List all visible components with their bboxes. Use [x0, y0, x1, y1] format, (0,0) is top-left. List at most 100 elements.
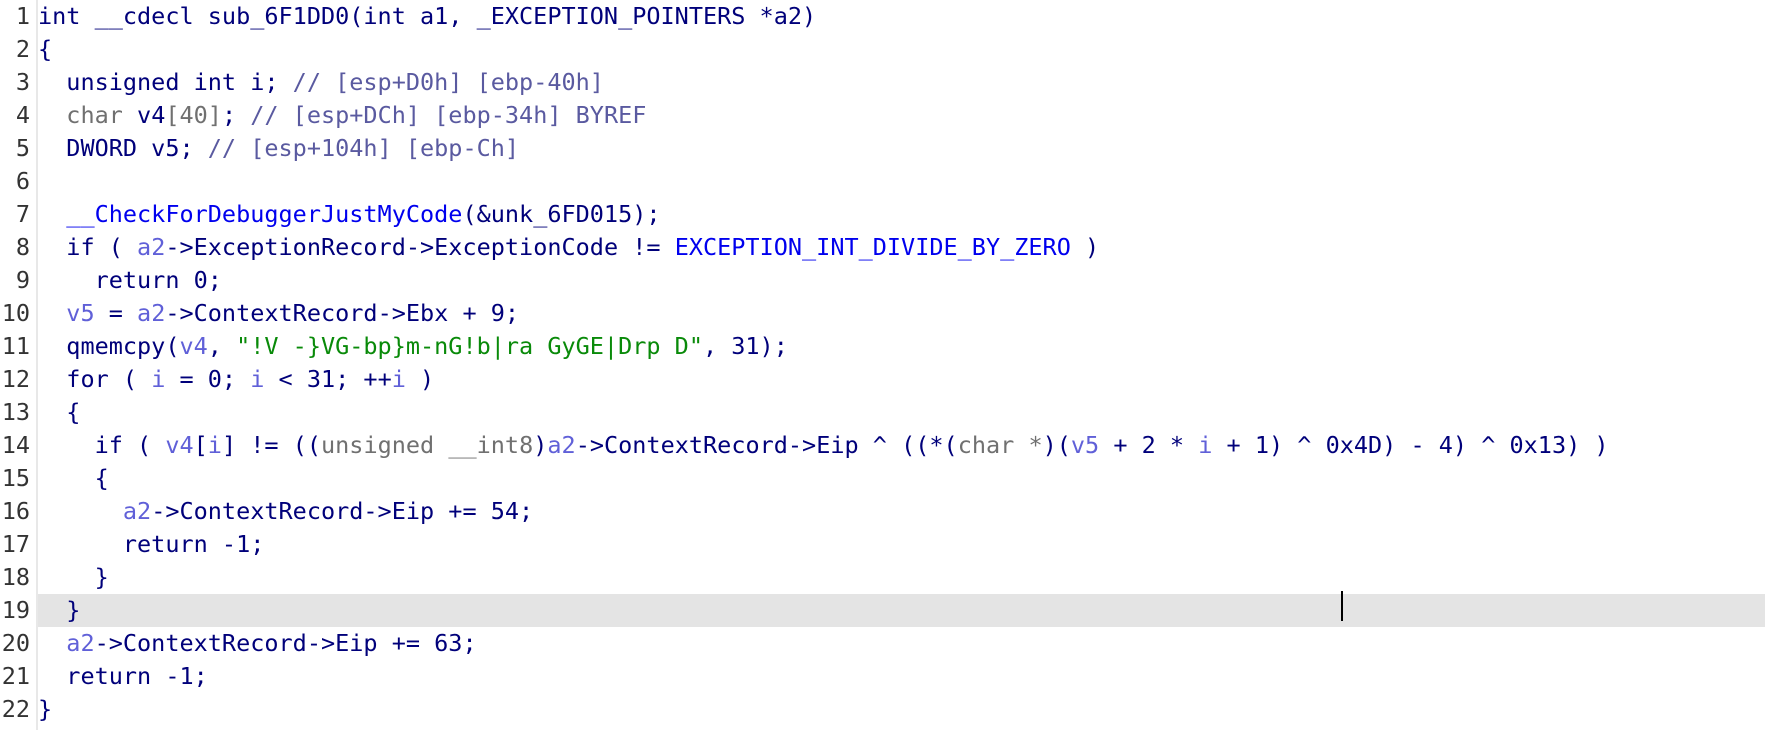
code-token: return 0;	[38, 266, 222, 294]
code-token: v5	[66, 299, 95, 327]
code-token: ->ContextRecord->Eip += 63;	[94, 629, 477, 657]
code-token: // [esp+D0h] [ebp-40h]	[292, 68, 604, 96]
line-number: 10	[1, 299, 30, 327]
line-number: 1	[15, 2, 30, 30]
code-token: )	[533, 431, 548, 459]
line-number: 16	[1, 497, 30, 525]
line-number: 13	[1, 398, 30, 426]
code-line[interactable]: 11 qmemcpy(v4, "!V -}VG-bp}m-nG!b|ra GyG…	[0, 330, 1765, 363]
code-token: = 0;	[165, 365, 251, 393]
code-text: if ( a2->ExceptionRecord->ExceptionCode …	[38, 231, 1099, 264]
code-line[interactable]: 2{	[0, 33, 1765, 66]
code-text: }	[38, 594, 80, 627]
code-text: return -1;	[38, 660, 208, 693]
line-number: 4	[15, 101, 30, 129]
code-token: a2	[547, 431, 576, 459]
code-token: __CheckForDebuggerJustMyCode	[66, 200, 463, 228]
code-token: a2	[137, 299, 166, 327]
code-token: , 31);	[702, 332, 788, 360]
code-line[interactable]: 6	[0, 165, 1765, 198]
code-text: DWORD v5; // [esp+104h] [ebp-Ch]	[38, 132, 519, 165]
code-line-current[interactable]: 19 }	[0, 594, 1765, 627]
code-text: }	[38, 561, 109, 594]
pseudocode-editor[interactable]: 1 int __cdecl sub_6F1DD0(int a1, _EXCEPTI…	[0, 0, 1765, 730]
code-token: i	[207, 431, 222, 459]
code-token: a2	[122, 497, 152, 525]
code-token: }	[38, 695, 53, 723]
code-token: i	[1198, 431, 1213, 459]
code-token: }	[38, 596, 81, 624]
code-token: + 1) ^ 0x4D) - 4) ^ 0x13) )	[1212, 431, 1609, 459]
code-line[interactable]: 1 int __cdecl sub_6F1DD0(int a1, _EXCEPTI…	[0, 0, 1765, 33]
code-token: i	[250, 365, 265, 393]
line-number: 18	[1, 563, 30, 591]
code-text: char v4[40]; // [esp+DCh] [ebp-34h] BYRE…	[38, 99, 646, 132]
line-number: 11	[1, 332, 30, 360]
code-token: return -1;	[38, 530, 265, 558]
code-token: v4	[179, 332, 208, 360]
code-line[interactable]: 10 v5 = a2->ContextRecord->Ebx + 9;	[0, 297, 1765, 330]
code-token: ,	[207, 332, 237, 360]
code-text: {	[38, 33, 52, 66]
line-number: 21	[1, 662, 30, 690]
code-line[interactable]: 22}	[0, 693, 1765, 726]
code-token: )(	[1042, 431, 1071, 459]
line-number: 15	[1, 464, 30, 492]
line-number: 17	[1, 530, 30, 558]
line-number: 7	[15, 200, 30, 228]
line-number: 14	[1, 431, 30, 459]
code-token: int __cdecl sub_6F1DD0(int a1, _EXCEPTIO…	[38, 2, 817, 30]
code-token: EXCEPTION_INT_DIVIDE_BY_ZERO	[674, 233, 1071, 261]
code-token: [40]	[165, 101, 222, 129]
code-token: a2	[66, 629, 95, 657]
code-line[interactable]: 3 unsigned int i; // [esp+D0h] [ebp-40h]	[0, 66, 1765, 99]
line-number: 2	[15, 35, 30, 63]
line-number: 12	[1, 365, 30, 393]
code-token: v5	[1070, 431, 1100, 459]
code-token: )	[405, 365, 435, 393]
code-token: {	[38, 398, 81, 426]
code-line[interactable]: 15 {	[0, 462, 1765, 495]
code-line[interactable]: 9 return 0;	[0, 264, 1765, 297]
code-line[interactable]: 7 __CheckForDebuggerJustMyCode(&unk_6FD0…	[0, 198, 1765, 231]
line-number: 9	[15, 266, 30, 294]
code-text: v5 = a2->ContextRecord->Ebx + 9;	[38, 297, 519, 330]
code-token: {	[38, 35, 53, 63]
code-token: qmemcpy(	[38, 332, 180, 360]
code-text: }	[38, 693, 52, 726]
code-line[interactable]: 13 {	[0, 396, 1765, 429]
code-text: __CheckForDebuggerJustMyCode(&unk_6FD015…	[38, 198, 661, 231]
line-number: 22	[1, 695, 30, 723]
code-line[interactable]: 5 DWORD v5; // [esp+104h] [ebp-Ch]	[0, 132, 1765, 165]
line-number: 3	[15, 68, 30, 96]
code-line[interactable]: 12 for ( i = 0; i < 31; ++i )	[0, 363, 1765, 396]
code-token: DWORD v5;	[38, 134, 208, 162]
code-token: v4	[165, 431, 194, 459]
code-token: < 31; ++	[264, 365, 392, 393]
code-text: return 0;	[38, 264, 222, 297]
code-token: ->ExceptionRecord->ExceptionCode !=	[165, 233, 675, 261]
code-token: v4	[137, 101, 166, 129]
code-text: a2->ContextRecord->Eip += 63;	[38, 627, 477, 660]
code-line[interactable]: 14 if ( v4[i] != ((unsigned __int8)a2->C…	[0, 429, 1765, 462]
code-token: if (	[38, 431, 166, 459]
line-number: 20	[1, 629, 30, 657]
text-caret	[1341, 591, 1343, 621]
code-token: i	[391, 365, 406, 393]
code-line[interactable]: 16 a2->ContextRecord->Eip += 54;	[0, 495, 1765, 528]
code-line[interactable]: 21 return -1;	[0, 660, 1765, 693]
line-number: 5	[15, 134, 30, 162]
code-line[interactable]: 20 a2->ContextRecord->Eip += 63;	[0, 627, 1765, 660]
code-line[interactable]: 4 char v4[40]; // [esp+DCh] [ebp-34h] BY…	[0, 99, 1765, 132]
code-text: {	[38, 396, 80, 429]
code-token: (&unk_6FD015);	[462, 200, 661, 228]
code-token: )	[1070, 233, 1100, 261]
code-text: if ( v4[i] != ((unsigned __int8)a2->Cont…	[38, 429, 1609, 462]
code-line[interactable]: 18 }	[0, 561, 1765, 594]
code-line[interactable]: 17 return -1;	[0, 528, 1765, 561]
code-text: for ( i = 0; i < 31; ++i )	[38, 363, 434, 396]
code-line[interactable]: 8 if ( a2->ExceptionRecord->ExceptionCod…	[0, 231, 1765, 264]
